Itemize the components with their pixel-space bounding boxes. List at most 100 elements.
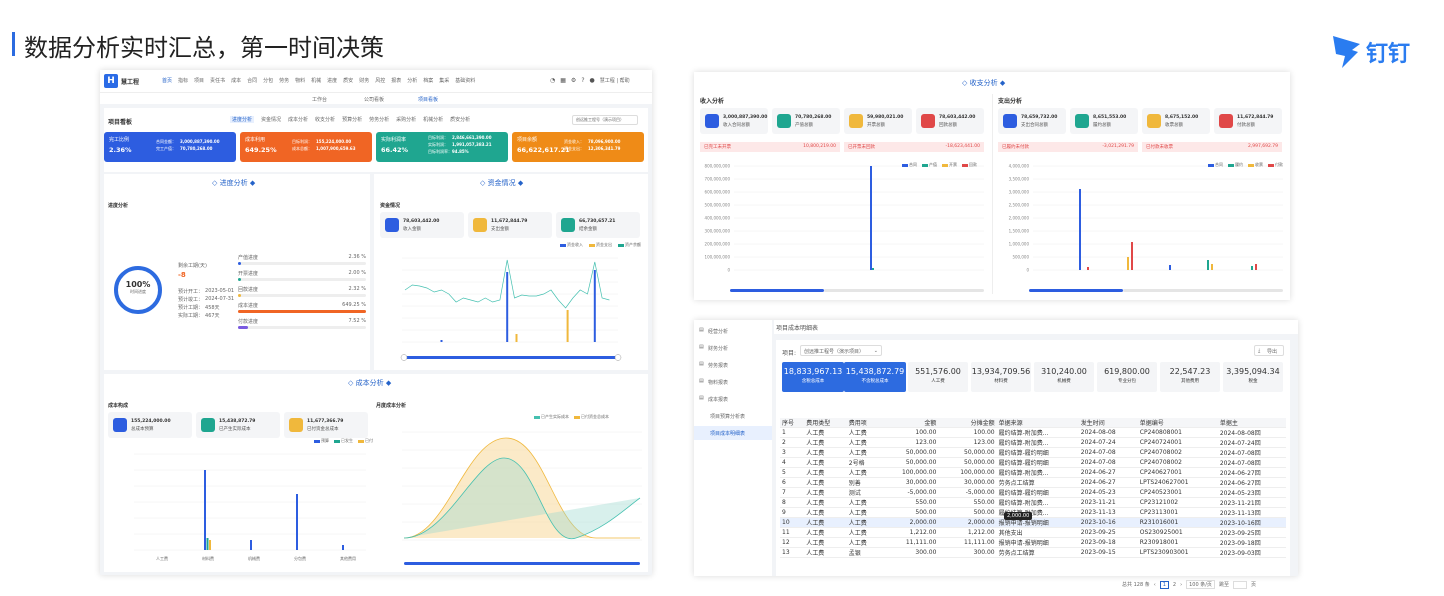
nav-item[interactable]: 集采 xyxy=(439,77,449,84)
page-2[interactable]: 2 xyxy=(1173,582,1176,588)
monthly-cost-chart xyxy=(402,431,642,565)
nav-item[interactable]: 首页 xyxy=(162,77,172,84)
project-select[interactable]: 创远推工程号（演示项目） xyxy=(572,115,638,125)
table-row[interactable]: 11 人工费 人工费 1,212.00 1,212.00 其他支出 2023-09-25 OS… xyxy=(780,527,1286,538)
prev-page-icon[interactable]: ‹ xyxy=(1154,582,1156,588)
next-page-icon[interactable]: › xyxy=(1180,582,1182,588)
settings-icon[interactable]: ⚙ xyxy=(571,77,576,84)
card-icon xyxy=(849,114,863,128)
svg-text:200,000,000: 200,000,000 xyxy=(705,242,731,247)
chart-bar xyxy=(1255,264,1257,270)
page-size-select[interactable]: 100 条/页 xyxy=(1186,580,1215,589)
progress-bar-fill xyxy=(238,294,241,297)
zoom-slider xyxy=(730,289,824,292)
kpi-card[interactable]: 实际利润率 66.42% 目标利润： 2,846,661,390.00 实际利润： 1,9… xyxy=(376,132,508,162)
table-row[interactable]: 1 人工费 人工费 100.00 100.00 履约结算-附加费... 2024-08-08… xyxy=(780,427,1286,438)
amount-tooltip: 2,000.00 xyxy=(1004,512,1033,520)
nav-item[interactable]: 合同 xyxy=(247,77,257,84)
progress-bar-fill xyxy=(238,326,248,329)
svg-text:0: 0 xyxy=(1026,268,1029,273)
board-tab[interactable]: 进度分析 xyxy=(230,116,255,123)
detail-project-select[interactable]: 创远推工程号（演示项目） ⌄ xyxy=(800,345,882,356)
side-menu-item[interactable]: ▤ 成本报表 xyxy=(694,392,772,406)
dingtalk-wing-icon xyxy=(1333,36,1360,68)
nav-item[interactable]: 分包 xyxy=(263,77,273,84)
user-icon[interactable]: ● xyxy=(590,77,595,84)
card-icon xyxy=(113,418,127,432)
subnav-workbench[interactable]: 工作台 xyxy=(312,96,327,103)
nav-item[interactable]: 分析 xyxy=(407,77,417,84)
table-row[interactable]: 4 人工费 2号格 50,000.00 50,000.00 履约结算-履约明细 2024-0… xyxy=(780,457,1286,468)
export-button[interactable]: ⤓ 导出 xyxy=(1254,345,1284,356)
table-row[interactable]: 7 人工费 测试 -5,000.00 -5,000.00 履约结算-履约明细 2024-05… xyxy=(780,487,1286,498)
kpi-card[interactable]: 完工比例 2.36% 合同金额： 3,000,887,390.00 完工产值： 70,78… xyxy=(104,132,236,162)
app-name: 慧工程 xyxy=(121,79,140,86)
board-tab[interactable]: 资金情况 xyxy=(261,116,281,123)
kpi-card[interactable]: 项目余额 66,622,617.21 资金收入： 78,096,900.00 资金支出：… xyxy=(512,132,644,162)
svg-text:700,000,000: 700,000,000 xyxy=(705,177,731,182)
side-menu-item[interactable]: 项目成本明细表 xyxy=(694,426,772,440)
goto-label: 跳至 xyxy=(1218,582,1229,588)
nav-item[interactable]: 财务 xyxy=(359,77,369,84)
side-menu-item[interactable]: ▤ 财务分析 xyxy=(694,341,772,355)
legend-item: 资金支出 xyxy=(589,242,612,248)
svg-text:1,000,000: 1,000,000 xyxy=(1009,242,1030,247)
progress-bar-fill xyxy=(238,262,242,265)
nav-item[interactable]: 进度 xyxy=(327,77,337,84)
nav-item[interactable]: 指标 xyxy=(178,77,188,84)
table-row[interactable]: 5 人工费 人工费 100,000.00 100,000.00 履约结算-附加费... 20… xyxy=(780,467,1286,478)
board-tab[interactable]: 收支分析 xyxy=(315,116,335,123)
schedule-dates: 预计开工： 2023-05-01 预计竣工： 2024-07-31 预计工期： 458天实… xyxy=(178,288,234,320)
app-topbar: H 慧工程 首页 指标 项目 责任书 成本 合同 分包 劳务 物料 机械 进度 质安 财务 风控 报表 分析档… xyxy=(100,70,652,92)
board-tab[interactable]: 成本分析 xyxy=(288,116,308,123)
kpi-name: 成本利用 xyxy=(245,137,266,143)
date-label: 预计竣工： xyxy=(178,297,204,303)
table-row[interactable]: 12 人工费 人工费 11,111.00 11,111.00 报销申请-报销明细 2023-… xyxy=(780,537,1286,548)
side-menu-item[interactable]: ▤ 物料报表 xyxy=(694,375,772,389)
nav-item[interactable]: 项目 xyxy=(194,77,204,84)
nav-item[interactable]: 机械 xyxy=(311,77,321,84)
side-menu-item[interactable]: 项目预算分析表 xyxy=(694,409,772,423)
side-menu-item[interactable]: ▤ 经营分析 xyxy=(694,324,772,338)
table-row[interactable]: 6 人工费 别善 30,000.00 30,000.00 劳务点工结算 2024-06-27… xyxy=(780,477,1286,488)
date-value: 458天 xyxy=(205,305,220,311)
nav-item[interactable]: 成本 xyxy=(231,77,241,84)
date-label: 预计开工： xyxy=(178,289,204,295)
date-value: 2023-05-01 xyxy=(205,288,235,294)
progress-bar-row: 回款进度 2.32 % xyxy=(238,286,366,302)
cost-bar xyxy=(296,494,298,550)
table-row[interactable]: 2 人工费 人工费 123.00 123.00 履约结算-附加费... 2024-07-24… xyxy=(780,437,1286,448)
side-menu-item[interactable]: ▤ 劳务报表 xyxy=(694,358,772,372)
nav-item[interactable]: 物料 xyxy=(295,77,305,84)
board-tab[interactable]: 劳务分析 xyxy=(369,116,389,123)
nav-item[interactable]: 劳务 xyxy=(279,77,289,84)
board-tab[interactable]: 采购分析 xyxy=(396,116,416,123)
board-tab[interactable]: 机械分析 xyxy=(423,116,443,123)
bell-icon[interactable]: ◔ xyxy=(550,77,555,84)
nav-item[interactable]: 基础资料 xyxy=(455,77,475,84)
help-icon[interactable]: ? xyxy=(581,77,584,84)
nav-item[interactable]: 责任书 xyxy=(210,77,225,84)
table-row[interactable]: 13 人工费 孟银 300.00 300.00 劳务点工结算 2023-09-15 LPTS2… xyxy=(780,547,1286,558)
table-row[interactable]: 9人工费人工费500.00500.00履约结算-附加费...2023-11-13… xyxy=(780,507,1286,518)
card-label: 回款总额 xyxy=(939,123,957,128)
subnav-company-board[interactable]: 公司看板 xyxy=(364,96,384,103)
board-tab[interactable]: 预算分析 xyxy=(342,116,362,123)
nav-item[interactable]: 档案 xyxy=(423,77,433,84)
detail-tab[interactable]: 项目成本明细表 xyxy=(776,323,818,332)
goto-input[interactable] xyxy=(1232,580,1247,589)
nav-item[interactable]: 报表 xyxy=(391,77,401,84)
table-row[interactable]: 10 人工费 人工费 2,000.00 2,000.00 报销申请-报销明细 2023-10… xyxy=(780,517,1286,528)
table-row[interactable]: 8 人工费 人工费 550.00 550.00 履约结算-附加费... 2023-11-21… xyxy=(780,497,1286,508)
nav-item[interactable]: 质安 xyxy=(343,77,353,84)
cost-category-label: 分包费 xyxy=(294,555,306,561)
subnav-project-board[interactable]: 项目看板 xyxy=(418,96,438,103)
apps-icon[interactable]: ▦ xyxy=(560,77,566,84)
board-tab[interactable]: 质安分析 xyxy=(450,116,470,123)
nav-item[interactable]: 风控 xyxy=(375,77,385,84)
date-label: 实际工期： xyxy=(178,313,204,319)
user-name[interactable]: 慧工程 | 帮助 xyxy=(600,77,630,84)
table-row[interactable]: 3 人工费 人工费 50,000.00 50,000.00 履约结算-履约明细 2024-0… xyxy=(780,447,1286,458)
kpi-card[interactable]: 成本利用 649.25% 目标利润： 155,224,000.00 成本总额： 1,007… xyxy=(240,132,372,162)
page-1[interactable]: 1 xyxy=(1159,580,1169,589)
